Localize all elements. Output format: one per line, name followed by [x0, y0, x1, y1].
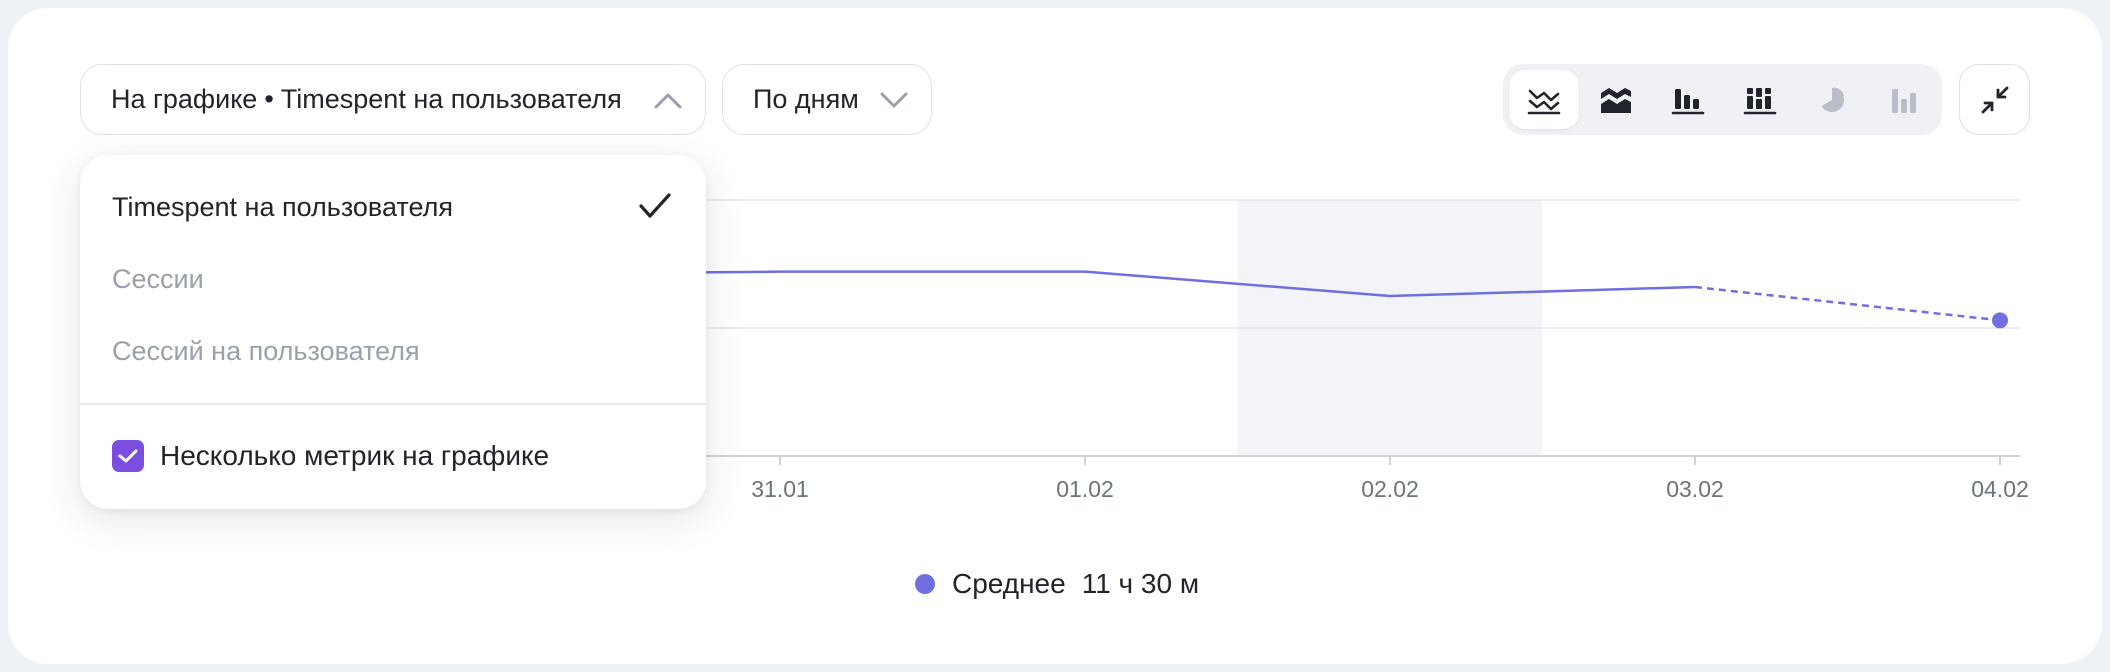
chart-type-column-button[interactable]	[1869, 70, 1939, 129]
bar-chart-icon	[1671, 88, 1705, 114]
dropdown-divider	[80, 403, 706, 405]
period-select-value: По дням	[753, 84, 859, 114]
metric-select-value: Timespent на пользователя	[280, 84, 622, 114]
checkmark-icon	[639, 193, 671, 218]
period-select[interactable]: По дням	[722, 64, 932, 135]
chart-legend: Среднее 11 ч 30 м	[915, 566, 1199, 602]
metric-dropdown: Timespent на пользователя Сессии Сессий …	[80, 155, 706, 509]
chevron-up-icon	[654, 93, 682, 109]
chart-type-stacked-bar-button[interactable]	[1725, 70, 1795, 129]
area-chart-icon	[1601, 87, 1631, 113]
metric-select-prefix: На графике	[111, 84, 258, 114]
chart-type-pie-button[interactable]	[1797, 70, 1867, 129]
chart-type-line-button[interactable]	[1509, 70, 1579, 129]
chevron-down-icon	[880, 92, 908, 108]
chart-type-switcher	[1503, 64, 1942, 135]
metric-select[interactable]: На графике • Timespent на пользователя	[80, 64, 706, 135]
pie-chart-icon	[1821, 87, 1844, 112]
multi-metric-label: Несколько метрик на графике	[160, 440, 550, 471]
chart-type-area-button[interactable]	[1581, 70, 1651, 129]
check-icon	[118, 449, 138, 463]
metric-select-separator: •	[264, 84, 274, 114]
multi-metric-checkbox[interactable]	[112, 440, 144, 472]
collapse-icon	[1981, 86, 2008, 113]
collapse-button[interactable]	[1959, 64, 2030, 135]
dropdown-item-sessions[interactable]: Сессии	[112, 261, 204, 297]
stacked-bar-chart-icon	[1743, 87, 1777, 114]
dropdown-item-sessions-per-user[interactable]: Сессий на пользователя	[112, 333, 420, 369]
legend-marker	[915, 574, 935, 594]
column-chart-icon	[1892, 88, 1916, 113]
legend-series-value: 11 ч 30 м	[1081, 568, 1200, 599]
line-chart-icon	[1527, 89, 1561, 114]
dropdown-item-timespent[interactable]: Timespent на пользователя	[112, 189, 453, 225]
legend-series-name: Среднее	[952, 568, 1066, 599]
multi-metric-toggle[interactable]: Несколько метрик на графике	[112, 440, 549, 472]
chart-type-bar-button[interactable]	[1653, 70, 1723, 129]
